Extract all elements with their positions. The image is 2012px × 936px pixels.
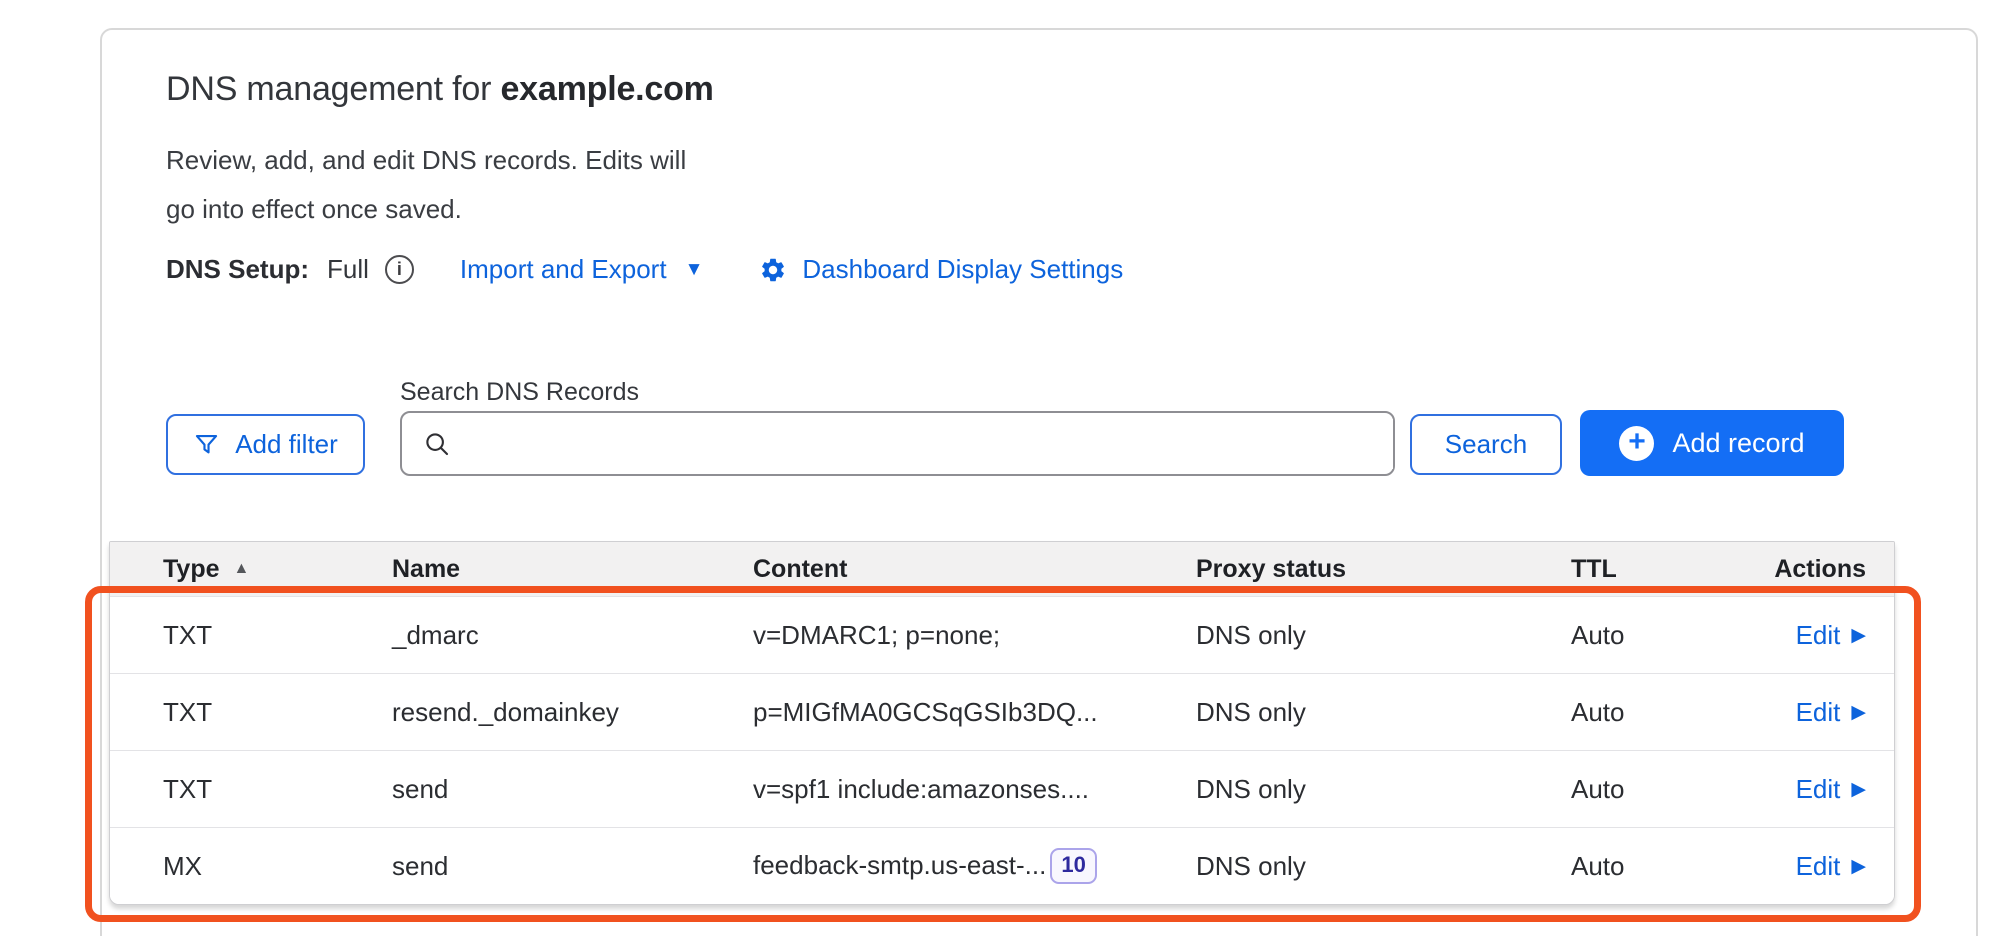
add-filter-button[interactable]: Add filter <box>166 414 365 475</box>
dns-management-card: DNS management for example.com Review, a… <box>100 28 1978 936</box>
table-row: TXT resend._domainkey p=MIGfMA0GCSqGSIb3… <box>110 673 1894 750</box>
cell-actions: Edit ▶ <box>1796 697 1866 728</box>
edit-record-link[interactable]: Edit ▶ <box>1796 851 1866 882</box>
dns-setup-label: DNS Setup: <box>166 254 309 285</box>
dns-management-page: DNS management for example.com Review, a… <box>0 0 2012 936</box>
page-subtitle: Review, add, and edit DNS records. Edits… <box>166 136 686 234</box>
search-icon <box>422 429 452 459</box>
column-header-actions: Actions <box>1774 555 1866 584</box>
page-title-prefix: DNS management for <box>166 70 500 108</box>
cell-ttl: Auto <box>1571 697 1768 728</box>
dns-records-table: Type ▲ Name Content Proxy status TTL Act… <box>109 541 1895 905</box>
cell-proxy-status: DNS only <box>1196 620 1571 651</box>
cell-proxy-status: DNS only <box>1196 774 1571 805</box>
edit-record-link[interactable]: Edit ▶ <box>1796 620 1866 651</box>
add-record-label: Add record <box>1672 428 1804 459</box>
cell-ttl: Auto <box>1571 774 1768 805</box>
cell-actions: Edit ▶ <box>1796 620 1866 651</box>
mx-priority-badge: 10 <box>1050 848 1096 883</box>
sort-ascending-icon: ▲ <box>234 560 250 578</box>
search-input[interactable] <box>468 419 1393 469</box>
info-icon[interactable]: i <box>385 255 414 284</box>
search-button[interactable]: Search <box>1410 414 1562 475</box>
cell-content: feedback-smtp.us-east-... 10 <box>753 848 1196 883</box>
cell-type: TXT <box>163 774 392 805</box>
chevron-right-icon: ▶ <box>1851 624 1866 647</box>
cell-name: resend._domainkey <box>392 697 753 728</box>
page-subtitle-line1: Review, add, and edit DNS records. Edits… <box>166 136 686 185</box>
gear-icon <box>759 256 787 284</box>
edit-record-link[interactable]: Edit ▶ <box>1796 697 1866 728</box>
page-subtitle-line2: go into effect once saved. <box>166 185 686 234</box>
import-export-link[interactable]: Import and Export ▼ <box>460 254 703 285</box>
filter-icon <box>193 431 220 458</box>
cell-actions: Edit ▶ <box>1796 851 1866 882</box>
add-filter-label: Add filter <box>235 429 338 460</box>
search-button-label: Search <box>1445 429 1527 460</box>
column-header-content[interactable]: Content <box>753 555 1196 584</box>
cell-type: TXT <box>163 697 392 728</box>
page-title: DNS management for example.com <box>166 70 714 109</box>
chevron-right-icon: ▶ <box>1851 855 1866 878</box>
plus-icon: + <box>1619 426 1654 461</box>
search-dns-records-label: Search DNS Records <box>400 378 639 407</box>
cell-content: v=spf1 include:amazonses.... <box>753 774 1196 805</box>
page-title-domain: example.com <box>500 70 713 108</box>
column-header-type[interactable]: Type ▲ <box>163 555 392 584</box>
cell-proxy-status: DNS only <box>1196 851 1571 882</box>
table-row: TXT _dmarc v=DMARC1; p=none; DNS only Au… <box>110 596 1894 673</box>
column-header-ttl[interactable]: TTL <box>1571 555 1768 584</box>
cell-content: v=DMARC1; p=none; <box>753 620 1196 651</box>
cell-type: MX <box>163 851 392 882</box>
cell-name: send <box>392 774 753 805</box>
cell-proxy-status: DNS only <box>1196 697 1571 728</box>
dashboard-display-settings-link[interactable]: Dashboard Display Settings <box>759 254 1123 285</box>
cell-name: _dmarc <box>392 620 753 651</box>
add-record-button[interactable]: + Add record <box>1580 410 1844 476</box>
cell-ttl: Auto <box>1571 851 1768 882</box>
chevron-right-icon: ▶ <box>1851 701 1866 724</box>
cell-ttl: Auto <box>1571 620 1768 651</box>
cell-name: send <box>392 851 753 882</box>
table-row: TXT send v=spf1 include:amazonses.... DN… <box>110 750 1894 827</box>
cell-actions: Edit ▶ <box>1796 774 1866 805</box>
edit-record-link[interactable]: Edit ▶ <box>1796 774 1866 805</box>
cell-type: TXT <box>163 620 392 651</box>
cell-content: p=MIGfMA0GCSqGSIb3DQ... <box>753 697 1196 728</box>
dns-setup-row: DNS Setup: Full i Import and Export ▼ Da… <box>166 254 1123 285</box>
column-header-proxy-status[interactable]: Proxy status <box>1196 555 1571 584</box>
dns-setup-value: Full <box>327 254 369 285</box>
chevron-right-icon: ▶ <box>1851 778 1866 801</box>
table-header-row: Type ▲ Name Content Proxy status TTL Act… <box>110 542 1894 596</box>
dashboard-display-settings-label: Dashboard Display Settings <box>802 254 1123 285</box>
column-header-name[interactable]: Name <box>392 555 753 584</box>
table-row: MX send feedback-smtp.us-east-... 10 DNS… <box>110 827 1894 904</box>
import-export-label: Import and Export <box>460 254 667 285</box>
search-input-wrapper <box>400 411 1395 476</box>
chevron-down-icon: ▼ <box>685 259 704 281</box>
